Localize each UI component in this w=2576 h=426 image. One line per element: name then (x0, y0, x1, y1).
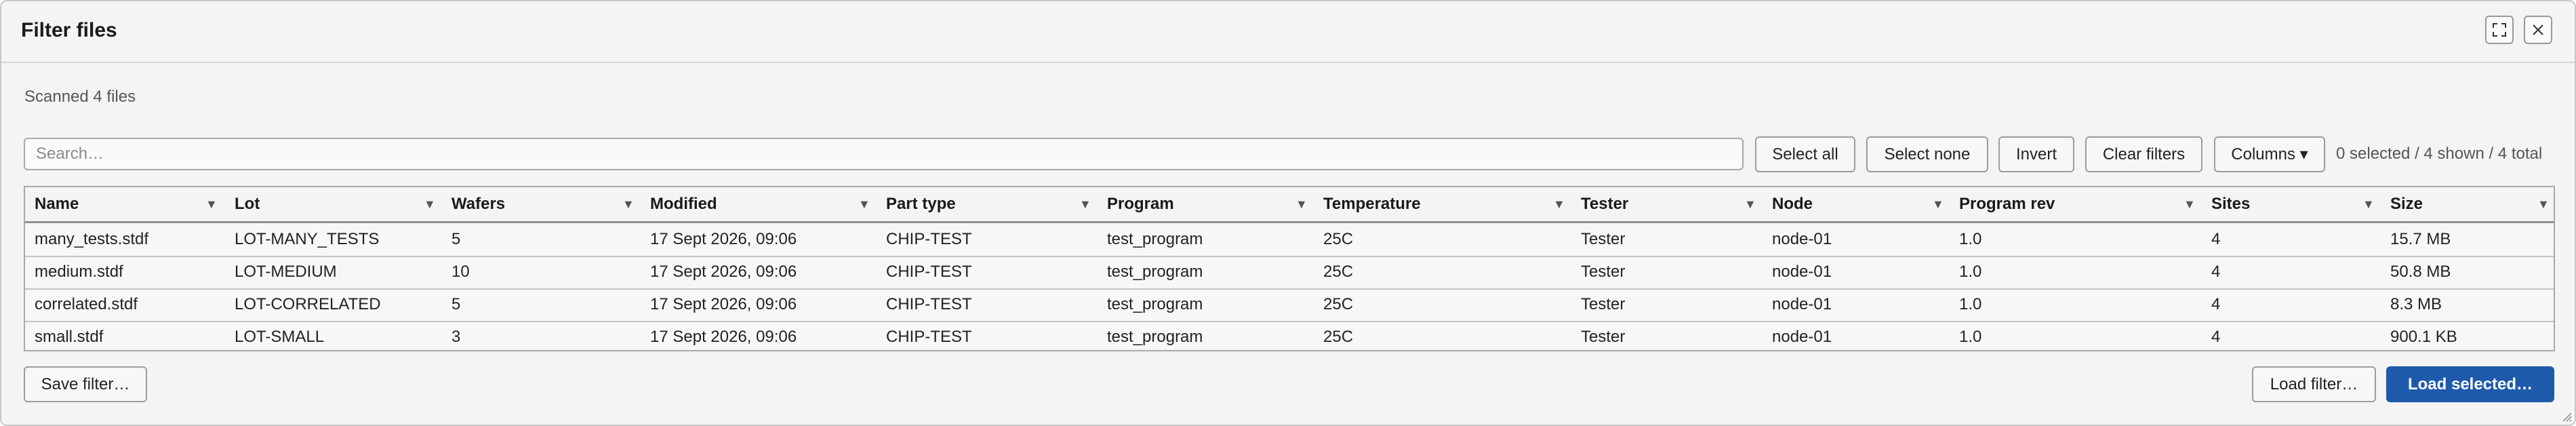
column-filter-part-type-icon[interactable]: ▼ (1079, 187, 1091, 221)
column-filter-temperature-icon[interactable]: ▼ (1553, 187, 1565, 221)
cell-wafers: 10 (451, 263, 470, 281)
column-header-name[interactable]: Name (35, 187, 79, 221)
cell-program: test_program (1107, 328, 1203, 346)
table-row[interactable]: medium.stdf LOT-MEDIUM 10 17 Sept 2026, 09:… (25, 256, 2554, 290)
cell-temperature: 25C (1323, 230, 1354, 248)
column-filter-modified-icon[interactable]: ▼ (858, 187, 870, 221)
cell-sites: 4 (2211, 263, 2221, 281)
table-row[interactable]: correlated.stdf LOT-CORRELATED 5 17 Sept 20… (25, 288, 2554, 322)
load-selected-button[interactable]: Load selected… (2386, 366, 2554, 402)
cell-lot: LOT-MANY_TESTS (235, 230, 380, 248)
cell-tester: Tester (1581, 328, 1626, 346)
save-filter-button[interactable]: Save filter… (24, 366, 147, 402)
select-all-button[interactable]: Select all (1755, 136, 1855, 172)
cell-wafers: 5 (451, 230, 461, 248)
cell-program: test_program (1107, 230, 1203, 248)
cell-part-type: CHIP-TEST (886, 328, 972, 346)
cell-tester: Tester (1581, 263, 1626, 281)
column-header-modified[interactable]: Modified (650, 187, 717, 221)
cell-temperature: 25C (1323, 295, 1354, 313)
selection-counts: 0 selected / 4 shown / 4 total (2336, 144, 2543, 163)
cell-modified: 17 Sept 2026, 09:06 (650, 263, 797, 281)
dialog-titlebar: Filter files (1, 1, 2575, 63)
cell-name: small.stdf (35, 328, 104, 346)
cell-program: test_program (1107, 263, 1203, 281)
column-filter-lot-icon[interactable]: ▼ (424, 187, 436, 221)
dialog-title: Filter files (21, 19, 117, 41)
table-header: Name ▼ Lot ▼ Wafers ▼ Modified ▼ Part type ▼ Progr… (25, 187, 2554, 223)
column-header-node[interactable]: Node (1772, 187, 1813, 221)
files-table: Name ▼ Lot ▼ Wafers ▼ Modified ▼ Part type ▼ Progr… (24, 186, 2555, 351)
column-header-temperature[interactable]: Temperature (1323, 187, 1421, 221)
table-row[interactable]: many_tests.stdf LOT-MANY_TESTS 5 17 Sept 20… (25, 223, 2554, 257)
table-row[interactable]: small.stdf LOT-SMALL 3 17 Sept 2026, 09:06 C… (25, 321, 2554, 350)
column-filter-tester-icon[interactable]: ▼ (1744, 187, 1756, 221)
cell-size: 50.8 MB (2390, 263, 2451, 281)
column-filter-node-icon[interactable]: ▼ (1932, 187, 1944, 221)
column-filter-program-icon[interactable]: ▼ (1295, 187, 1308, 221)
cell-name: correlated.stdf (35, 295, 138, 313)
cell-size: 15.7 MB (2390, 230, 2451, 248)
column-filter-size-icon[interactable]: ▼ (2537, 187, 2550, 221)
cell-sites: 4 (2211, 295, 2221, 313)
cell-program-rev: 1.0 (1959, 263, 1982, 281)
scanned-status: Scanned 4 files (24, 88, 136, 106)
column-header-tester[interactable]: Tester (1581, 187, 1628, 221)
clear-filters-button[interactable]: Clear filters (2085, 136, 2202, 172)
column-header-sites[interactable]: Sites (2211, 187, 2250, 221)
cell-size: 900.1 KB (2390, 328, 2457, 346)
column-filter-wafers-icon[interactable]: ▼ (622, 187, 635, 221)
cell-node: node-01 (1772, 230, 1832, 248)
column-header-program-rev[interactable]: Program rev (1959, 187, 2055, 221)
cell-wafers: 5 (451, 295, 461, 313)
cell-lot: LOT-SMALL (235, 328, 325, 346)
columns-dropdown[interactable]: Columns ▾ (2214, 136, 2325, 172)
cell-part-type: CHIP-TEST (886, 230, 972, 248)
cell-name: medium.stdf (35, 263, 123, 281)
cell-node: node-01 (1772, 263, 1832, 281)
cell-part-type: CHIP-TEST (886, 263, 972, 281)
cell-program: test_program (1107, 295, 1203, 313)
cell-modified: 17 Sept 2026, 09:06 (650, 328, 797, 346)
column-header-part-type[interactable]: Part type (886, 187, 956, 221)
cell-lot: LOT-CORRELATED (235, 295, 381, 313)
cell-size: 8.3 MB (2390, 295, 2442, 313)
cell-modified: 17 Sept 2026, 09:06 (650, 295, 797, 313)
invert-button[interactable]: Invert (1998, 136, 2074, 172)
cell-sites: 4 (2211, 230, 2221, 248)
load-filter-button[interactable]: Load filter… (2252, 366, 2376, 402)
cell-sites: 4 (2211, 328, 2221, 346)
close-icon (2533, 24, 2543, 35)
cell-node: node-01 (1772, 295, 1832, 313)
column-header-lot[interactable]: Lot (235, 187, 260, 221)
column-filter-sites-icon[interactable]: ▼ (2362, 187, 2375, 221)
cell-name: many_tests.stdf (35, 230, 149, 248)
cell-program-rev: 1.0 (1959, 230, 1982, 248)
maximize-icon (2493, 23, 2506, 37)
cell-part-type: CHIP-TEST (886, 295, 972, 313)
cell-temperature: 25C (1323, 328, 1354, 346)
column-header-size[interactable]: Size (2390, 187, 2423, 221)
cell-node: node-01 (1772, 328, 1832, 346)
maximize-button[interactable] (2485, 16, 2514, 44)
cell-lot: LOT-MEDIUM (235, 263, 337, 281)
cell-wafers: 3 (451, 328, 461, 346)
cell-tester: Tester (1581, 295, 1626, 313)
filter-files-dialog: Filter files Scanned 4 files Select all … (0, 0, 2576, 426)
column-header-wafers[interactable]: Wafers (451, 187, 505, 221)
column-header-program[interactable]: Program (1107, 187, 1174, 221)
resize-grip-icon[interactable] (2561, 411, 2572, 422)
cell-program-rev: 1.0 (1959, 295, 1982, 313)
column-filter-name-icon[interactable]: ▼ (205, 187, 218, 221)
cell-modified: 17 Sept 2026, 09:06 (650, 230, 797, 248)
select-none-button[interactable]: Select none (1866, 136, 1988, 172)
cell-temperature: 25C (1323, 263, 1354, 281)
cell-tester: Tester (1581, 230, 1626, 248)
close-button[interactable] (2524, 16, 2552, 44)
search-input[interactable] (24, 138, 1744, 170)
cell-program-rev: 1.0 (1959, 328, 1982, 346)
column-filter-program-rev-icon[interactable]: ▼ (2183, 187, 2196, 221)
